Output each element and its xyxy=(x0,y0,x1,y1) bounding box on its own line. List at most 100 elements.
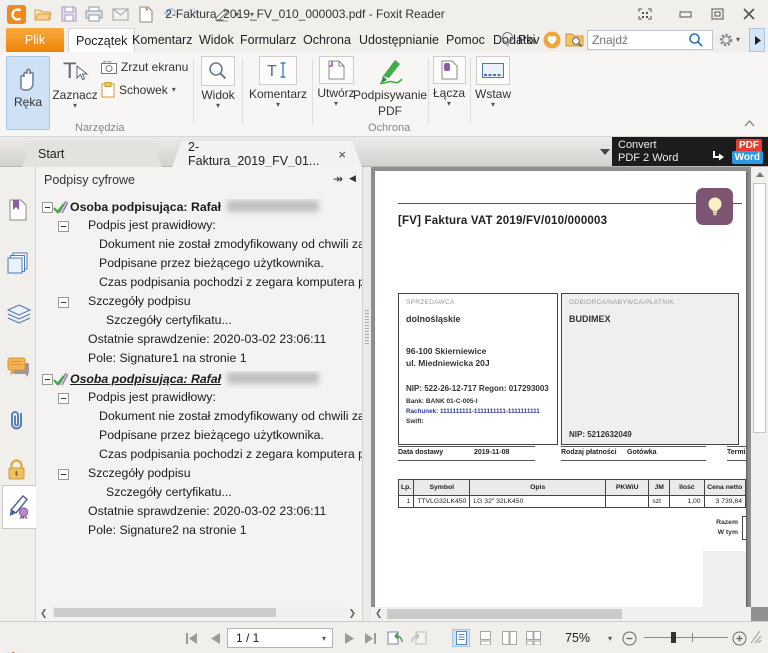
tab-start[interactable]: Start xyxy=(22,141,162,167)
collapse-expander-icon[interactable] xyxy=(58,221,69,232)
cert-link[interactable]: Szczegóły certyfikatu... xyxy=(106,485,232,499)
pages-icon[interactable] xyxy=(7,252,29,274)
scroll-up-icon[interactable] xyxy=(756,172,764,177)
search-icon[interactable] xyxy=(688,32,704,48)
scroll-left-icon[interactable]: ❮ xyxy=(40,608,48,619)
menu-file-tab[interactable]: Plik xyxy=(6,28,64,52)
panel-horizontal-scrollbar[interactable]: ❮ ❯ xyxy=(38,606,358,619)
signature1-header-row[interactable]: Osoba podpisująca: Rafał xyxy=(36,199,362,218)
signature2-header-row[interactable]: Osoba podpisująca: Rafał xyxy=(36,371,362,390)
hand-tool-button[interactable]: Ręka xyxy=(6,56,50,130)
lightbulb-assistant-icon[interactable] xyxy=(500,31,515,48)
tab-document[interactable]: 2-Faktura_2019_FV_01... × xyxy=(172,141,362,167)
zoom-slider-thumb[interactable] xyxy=(671,632,676,643)
new-document-icon[interactable]: * xyxy=(136,4,156,24)
security-lock-icon[interactable] xyxy=(7,459,29,481)
toolbar-expand-icon[interactable] xyxy=(749,28,765,52)
continuous-facing-layout-icon[interactable] xyxy=(524,629,542,647)
clipboard-button[interactable]: Schowek ▾ xyxy=(101,82,176,98)
signature2-details-row[interactable]: Szczegóły podpisu xyxy=(36,466,362,485)
menu-tab-formularz[interactable]: Formularz xyxy=(233,28,303,52)
signature1-cert-row[interactable]: Szczegóły certyfikatu... xyxy=(36,313,362,332)
tab-list-dropdown-icon[interactable] xyxy=(600,149,610,155)
collapse-expander-icon[interactable] xyxy=(58,469,69,480)
folder-search-icon[interactable] xyxy=(565,31,584,48)
print-icon[interactable] xyxy=(84,4,104,24)
next-page-icon[interactable] xyxy=(340,629,358,647)
signature2-lastcheck-row[interactable]: Ostatnie sprawdzenie: 2020-03-02 23:06:1… xyxy=(36,504,362,523)
splitter-grip[interactable] xyxy=(365,310,369,346)
signature1-check2-row[interactable]: Podpisane przez bieżącego użytkownika. xyxy=(36,256,362,275)
cert-link[interactable]: Szczegóły certyfikatu... xyxy=(106,313,232,327)
next-view-icon[interactable] xyxy=(410,629,428,647)
scrollbar-thumb[interactable] xyxy=(753,183,766,433)
facing-layout-icon[interactable] xyxy=(500,629,518,647)
links-button[interactable]: Łącza ▾ xyxy=(431,56,467,108)
collapse-expander-icon[interactable] xyxy=(58,393,69,404)
comments-panel-icon[interactable] xyxy=(7,357,29,379)
resize-grip[interactable] xyxy=(750,630,762,644)
pdf-sign-button[interactable]: Podpisywanie PDF xyxy=(353,56,427,118)
document-horizontal-scrollbar[interactable]: ❮ xyxy=(371,607,751,621)
menu-tab-pomoc[interactable]: Pomoc xyxy=(439,28,492,52)
minimize-button[interactable] xyxy=(672,5,698,23)
float-windows-icon[interactable] xyxy=(632,5,658,23)
panel-collapse-icon[interactable]: ◀ xyxy=(349,173,356,184)
search-box[interactable] xyxy=(587,30,713,50)
comment-button[interactable]: T Komentarz ▾ xyxy=(246,56,310,109)
scrollbar-thumb[interactable] xyxy=(54,608,276,617)
continuous-layout-icon[interactable] xyxy=(476,629,494,647)
first-page-icon[interactable] xyxy=(182,629,200,647)
previous-page-icon[interactable] xyxy=(206,629,224,647)
convert-pdf2word-ad[interactable]: Convert PDF 2 Word PDF Word xyxy=(612,137,768,166)
save-icon[interactable] xyxy=(59,4,79,24)
layers-icon[interactable] xyxy=(7,304,31,326)
assistant-bulb-button[interactable] xyxy=(696,188,733,225)
signature2-cert-row[interactable]: Szczegóły certyfikatu... xyxy=(36,485,362,504)
menu-tab-udostepnianie[interactable]: Udostępnianie xyxy=(352,28,446,52)
signature2-check2-row[interactable]: Podpisane przez bieżącego użytkownika. xyxy=(36,428,362,447)
gear-dropdown-icon[interactable]: ▾ xyxy=(736,35,740,44)
zoom-dropdown-icon[interactable]: ▾ xyxy=(608,634,612,643)
collapse-expander-icon[interactable] xyxy=(42,374,53,385)
signature2-valid-row[interactable]: Podpis jest prawidłowy: xyxy=(36,390,362,409)
open-file-icon[interactable] xyxy=(33,4,53,24)
signature2-check1-row[interactable]: Dokument nie został zmodyfikowany od chw… xyxy=(36,409,362,428)
signature1-lastcheck-row[interactable]: Ostatnie sprawdzenie: 2020-03-02 23:06:1… xyxy=(36,332,362,351)
panel-pin-icon[interactable]: ↠ xyxy=(333,172,343,186)
signature1-check3-row[interactable]: Czas podpisania pochodzi z zegara komput… xyxy=(36,275,362,294)
create-button[interactable]: Utwórz ▾ xyxy=(315,56,357,108)
screenshot-button[interactable]: Zrzut ekranu xyxy=(101,60,188,74)
menu-tab-ochrona[interactable]: Ochrona xyxy=(296,28,358,52)
page-dropdown-icon[interactable]: ▾ xyxy=(322,634,326,643)
panel-splitter[interactable] xyxy=(362,167,371,621)
signature1-field-row[interactable]: Pole: Signature1 na stronie 1 xyxy=(36,351,362,370)
attachments-icon[interactable] xyxy=(7,409,29,431)
zoom-slider-track[interactable] xyxy=(644,637,728,638)
signature2-field-row[interactable]: Pole: Signature2 na stronie 1 xyxy=(36,523,362,542)
signature1-details-row[interactable]: Szczegóły podpisu xyxy=(36,294,362,313)
view-zoom-button[interactable]: Widok ▾ xyxy=(197,56,239,110)
page-number-input[interactable]: 1 / 1 ▾ xyxy=(227,628,333,648)
signature2-check3-row[interactable]: Czas podpisania pochodzi z zegara komput… xyxy=(36,447,362,466)
collapse-expander-icon[interactable] xyxy=(58,297,69,308)
document-vertical-scrollbar[interactable] xyxy=(751,167,768,607)
signature1-valid-row[interactable]: Podpis jest prawidłowy: xyxy=(36,218,362,237)
insert-button[interactable]: Wstaw ▾ xyxy=(472,56,514,109)
scroll-right-icon[interactable]: ❯ xyxy=(348,608,356,619)
last-page-icon[interactable] xyxy=(362,629,380,647)
search-input[interactable] xyxy=(588,33,688,47)
email-icon[interactable] xyxy=(110,4,130,24)
zoom-in-icon[interactable] xyxy=(730,629,748,647)
gear-icon[interactable] xyxy=(718,32,734,48)
zoom-level[interactable]: 75% xyxy=(565,631,590,645)
scroll-left-icon[interactable]: ❮ xyxy=(375,608,383,619)
collapse-expander-icon[interactable] xyxy=(42,202,53,213)
signature1-check1-row[interactable]: Dokument nie został zmodyfikowany od chw… xyxy=(36,237,362,256)
digital-signatures-icon[interactable] xyxy=(8,494,30,519)
select-tool-button[interactable]: T Zaznacz ▾ xyxy=(52,56,98,110)
previous-view-icon[interactable] xyxy=(386,629,404,647)
menu-tab-komentarz[interactable]: Komentarz xyxy=(125,28,199,52)
scrollbar-thumb[interactable] xyxy=(387,609,622,619)
bookmarks-icon[interactable] xyxy=(7,199,29,221)
